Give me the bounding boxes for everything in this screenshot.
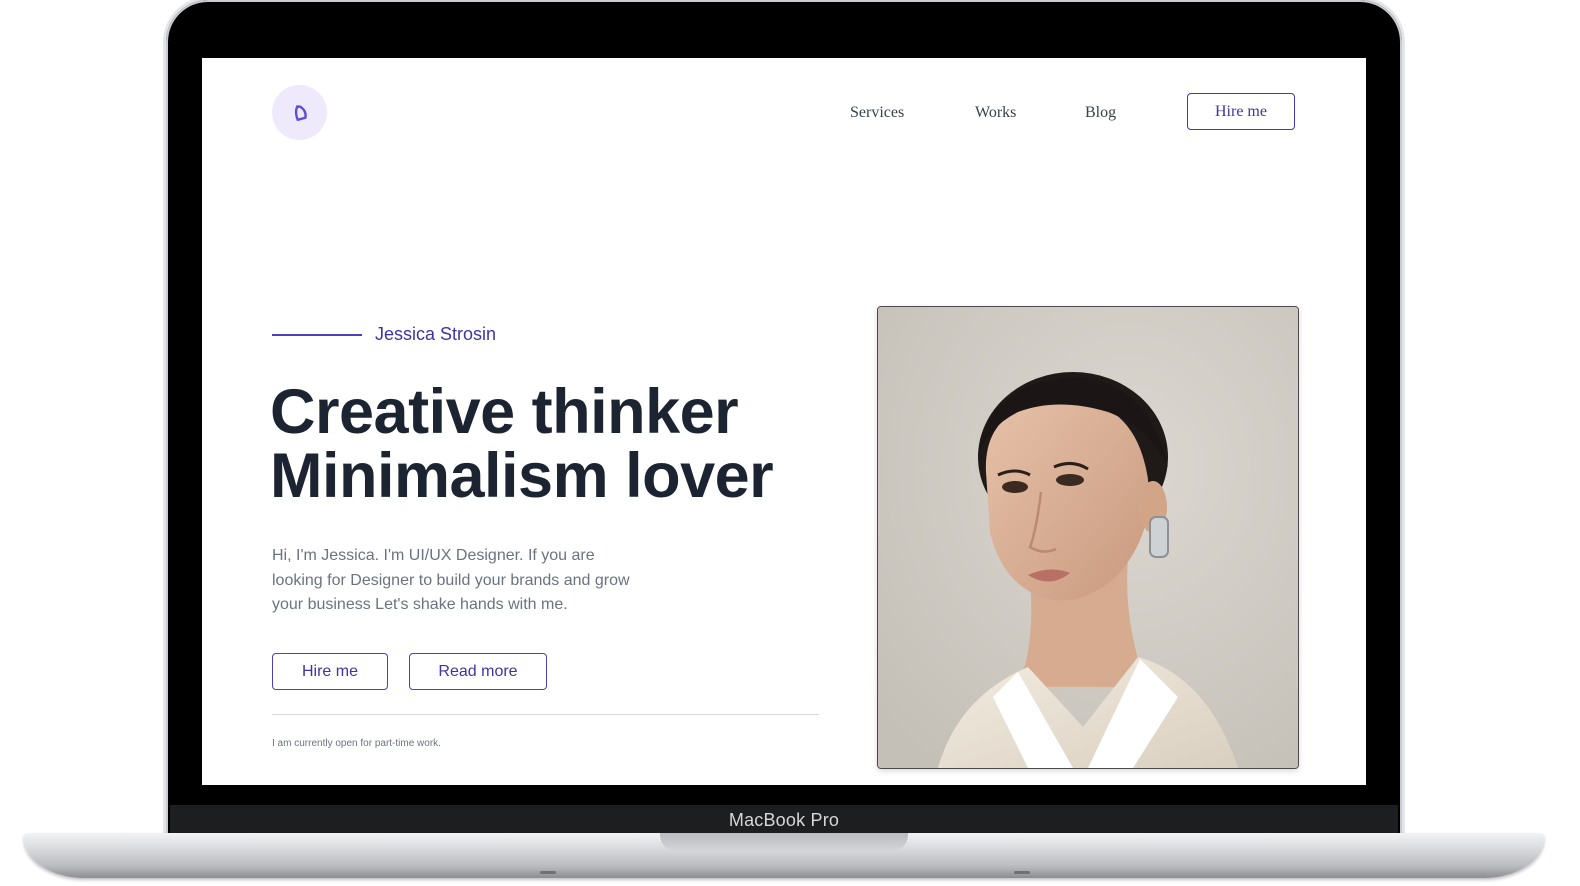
nav-link-services[interactable]: Services: [850, 104, 904, 122]
laptop-foot: [1014, 871, 1030, 874]
nav-link-blog[interactable]: Blog: [1085, 104, 1116, 122]
hero-headline: Creative thinker Minimalism lover: [270, 377, 774, 511]
headline-line-2: Minimalism lover: [270, 441, 774, 511]
read-more-button[interactable]: Read more: [409, 653, 547, 690]
device-label: MacBook Pro: [728, 809, 840, 830]
laptop-notch: [660, 833, 908, 851]
laptop-screen: Services Works Blog Hire me Jessica Stro…: [202, 58, 1366, 785]
portrait-illustration: [878, 307, 1298, 768]
laptop-chin: MacBook Pro: [170, 805, 1398, 835]
site-header: Services Works Blog Hire me: [202, 58, 1366, 168]
hire-me-button[interactable]: Hire me: [272, 653, 388, 690]
laptop-foot: [540, 871, 556, 874]
divider: [272, 714, 819, 715]
eyebrow-line: [272, 334, 362, 336]
nav-link-works[interactable]: Works: [975, 104, 1016, 122]
brand-logo[interactable]: [272, 85, 327, 140]
hero-intro: Hi, I'm Jessica. I'm UI/UX Designer. If …: [272, 547, 630, 613]
portrait-photo: [877, 306, 1299, 769]
availability-note: I am currently open for part-time work.: [272, 738, 441, 749]
header-hire-me-button[interactable]: Hire me: [1187, 93, 1295, 130]
brand-logo-icon: [294, 104, 307, 121]
hero-name: Jessica Strosin: [375, 324, 497, 344]
headline-line-1: Creative thinker: [270, 377, 739, 447]
